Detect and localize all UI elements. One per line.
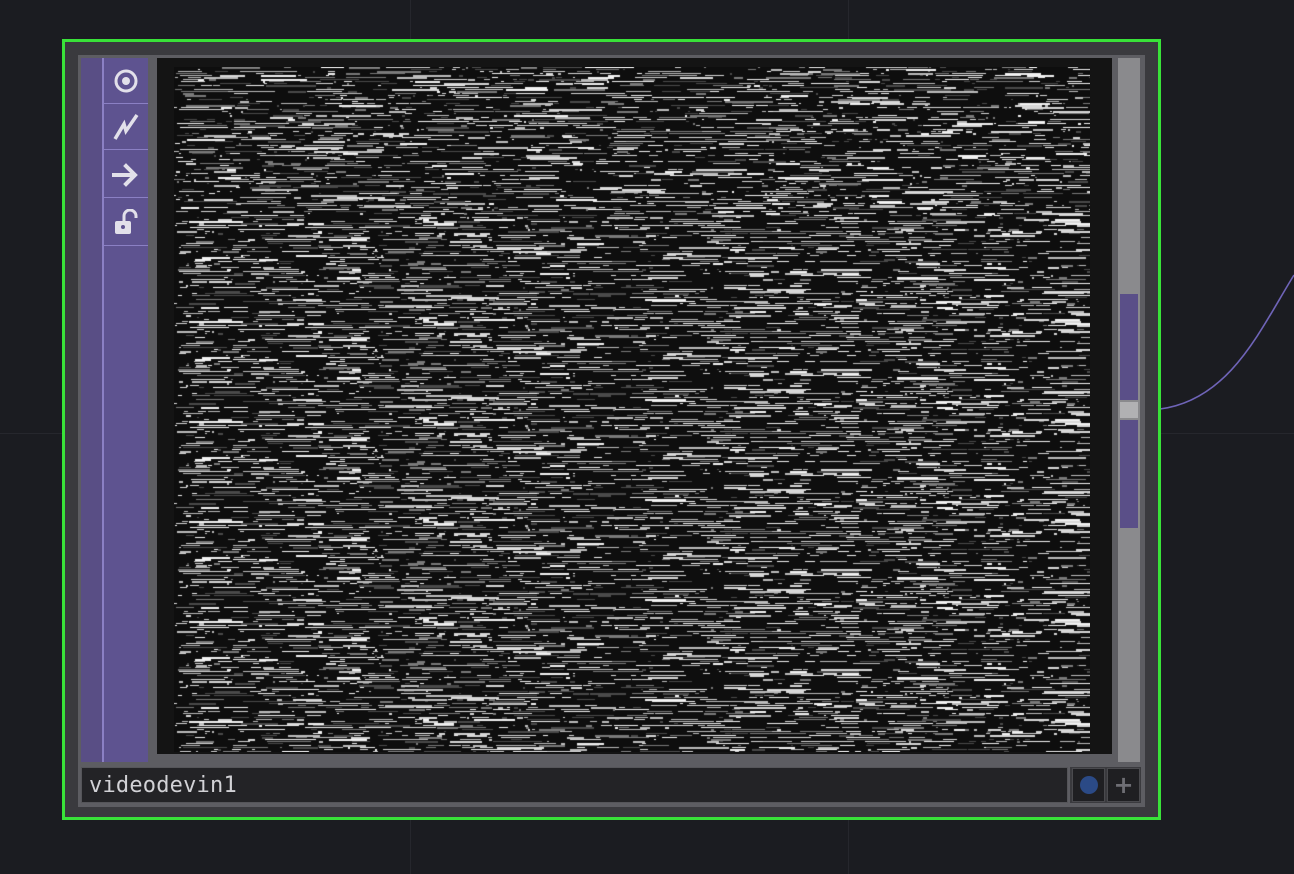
unlock-icon	[115, 208, 138, 234]
lock-flag[interactable]	[104, 200, 148, 246]
viewer-active-flag[interactable]	[104, 58, 148, 104]
output-connector-gap	[1120, 402, 1138, 418]
plus-icon: +	[1113, 771, 1134, 799]
video-noise-preview	[174, 67, 1090, 752]
node-name-label: videodevin1	[89, 772, 237, 798]
viewer-icon	[114, 69, 138, 92]
arrow-icon	[112, 162, 138, 187]
node-footer-buttons: +	[1070, 767, 1141, 803]
cook-indicator[interactable]	[1072, 768, 1105, 802]
network-editor-canvas[interactable]: videodevin1 +	[0, 0, 1294, 874]
operator-node[interactable]: videodevin1 +	[62, 39, 1161, 820]
output-connector-bar	[1118, 58, 1140, 762]
display-flag[interactable]	[104, 152, 148, 198]
output-connector-top[interactable]	[1120, 294, 1138, 400]
bypass-flag[interactable]	[104, 104, 148, 150]
expand-button[interactable]: +	[1107, 768, 1140, 802]
output-connector-bottom[interactable]	[1120, 420, 1138, 528]
node-flag-sidebar	[81, 58, 148, 762]
node-body	[78, 55, 1145, 807]
node-viewer[interactable]	[157, 58, 1112, 754]
bypass-icon	[113, 113, 139, 140]
flag-column	[104, 58, 148, 762]
node-name-field[interactable]: videodevin1	[81, 767, 1068, 803]
blue-dot-icon	[1079, 776, 1098, 794]
